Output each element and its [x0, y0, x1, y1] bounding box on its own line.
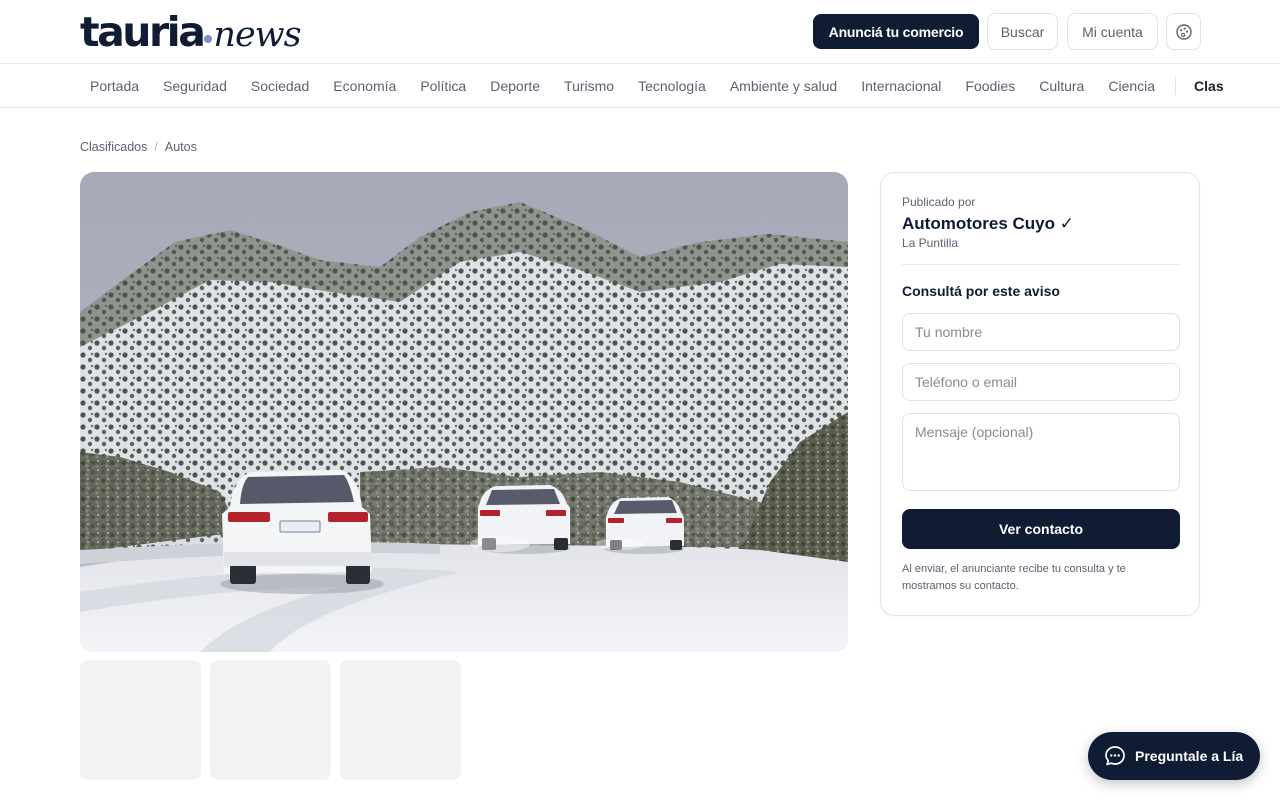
chat-label: Preguntale a Lía: [1135, 748, 1244, 764]
nav-item-tecnologia[interactable]: Tecnología: [638, 78, 706, 94]
palette-icon: [1175, 23, 1193, 41]
nav-item-ciencia[interactable]: Ciencia: [1108, 78, 1155, 94]
nav-item-economia[interactable]: Economía: [333, 78, 396, 94]
nav-item-internacional[interactable]: Internacional: [861, 78, 941, 94]
site-logo[interactable]: tauria news: [80, 8, 302, 56]
nav-item-sociedad[interactable]: Sociedad: [251, 78, 309, 94]
privacy-disclaimer: Al enviar, el anunciante recibe tu consu…: [902, 563, 1126, 592]
logo-dot: [204, 35, 213, 43]
advertise-business-button[interactable]: Anunciá tu comercio: [813, 14, 979, 49]
breadcrumb-separator: /: [154, 140, 158, 154]
thumbnail-1[interactable]: [80, 660, 201, 780]
theme-toggle-button[interactable]: [1166, 13, 1201, 50]
seller-name[interactable]: Automotores Cuyo ✓: [902, 214, 1074, 234]
search-button[interactable]: Buscar: [987, 13, 1058, 50]
site-header: tauria news Anunciá tu comercio Buscar Mi…: [0, 0, 1280, 64]
listing-thumbnails: [80, 660, 470, 780]
ask-lia-chat-button[interactable]: Preguntale a Lía: [1088, 732, 1260, 780]
message-textarea[interactable]: [902, 413, 1180, 491]
logo-wordmark: tauria: [80, 8, 206, 56]
nav-item-turismo[interactable]: Turismo: [564, 78, 614, 94]
nav-item-politica[interactable]: Política: [420, 78, 466, 94]
card-divider: [902, 264, 1180, 265]
nav-item-deporte[interactable]: Deporte: [490, 78, 540, 94]
nav-divider: [1175, 76, 1177, 95]
section-nav: Portada Seguridad Sociedad Economía Polí…: [0, 64, 1280, 108]
nav-item-clasificados[interactable]: Clas: [1194, 78, 1224, 94]
published-by-label: Publicado por: [902, 195, 976, 209]
logo-suffix: news: [213, 15, 301, 55]
nav-item-portada[interactable]: Portada: [90, 78, 139, 94]
thumbnail-3[interactable]: [340, 660, 461, 780]
nav-item-seguridad[interactable]: Seguridad: [163, 78, 227, 94]
chat-bubble-icon: [1104, 745, 1126, 767]
contact-card: Publicado por Automotores Cuyo ✓ La Punt…: [880, 172, 1200, 616]
nav-item-foodies[interactable]: Foodies: [965, 78, 1015, 94]
inquiry-title: Consultá por este aviso: [902, 283, 1060, 299]
seller-location: La Puntilla: [902, 236, 959, 250]
section-nav-list: Portada Seguridad Sociedad Economía Polí…: [90, 64, 1248, 107]
nav-item-cultura[interactable]: Cultura: [1039, 78, 1084, 94]
view-contact-button[interactable]: Ver contacto: [902, 509, 1180, 549]
thumbnail-2[interactable]: [210, 660, 331, 780]
breadcrumb-clasificados[interactable]: Clasificados: [80, 140, 147, 154]
breadcrumb: Clasificados / Autos: [80, 140, 197, 154]
listing-main-photo[interactable]: [80, 172, 848, 652]
name-input[interactable]: [902, 313, 1180, 351]
phone-or-email-input[interactable]: [902, 363, 1180, 401]
nav-item-ambiente-y-salud[interactable]: Ambiente y salud: [730, 78, 837, 94]
my-account-button[interactable]: Mi cuenta: [1067, 13, 1158, 50]
breadcrumb-autos[interactable]: Autos: [165, 140, 197, 154]
